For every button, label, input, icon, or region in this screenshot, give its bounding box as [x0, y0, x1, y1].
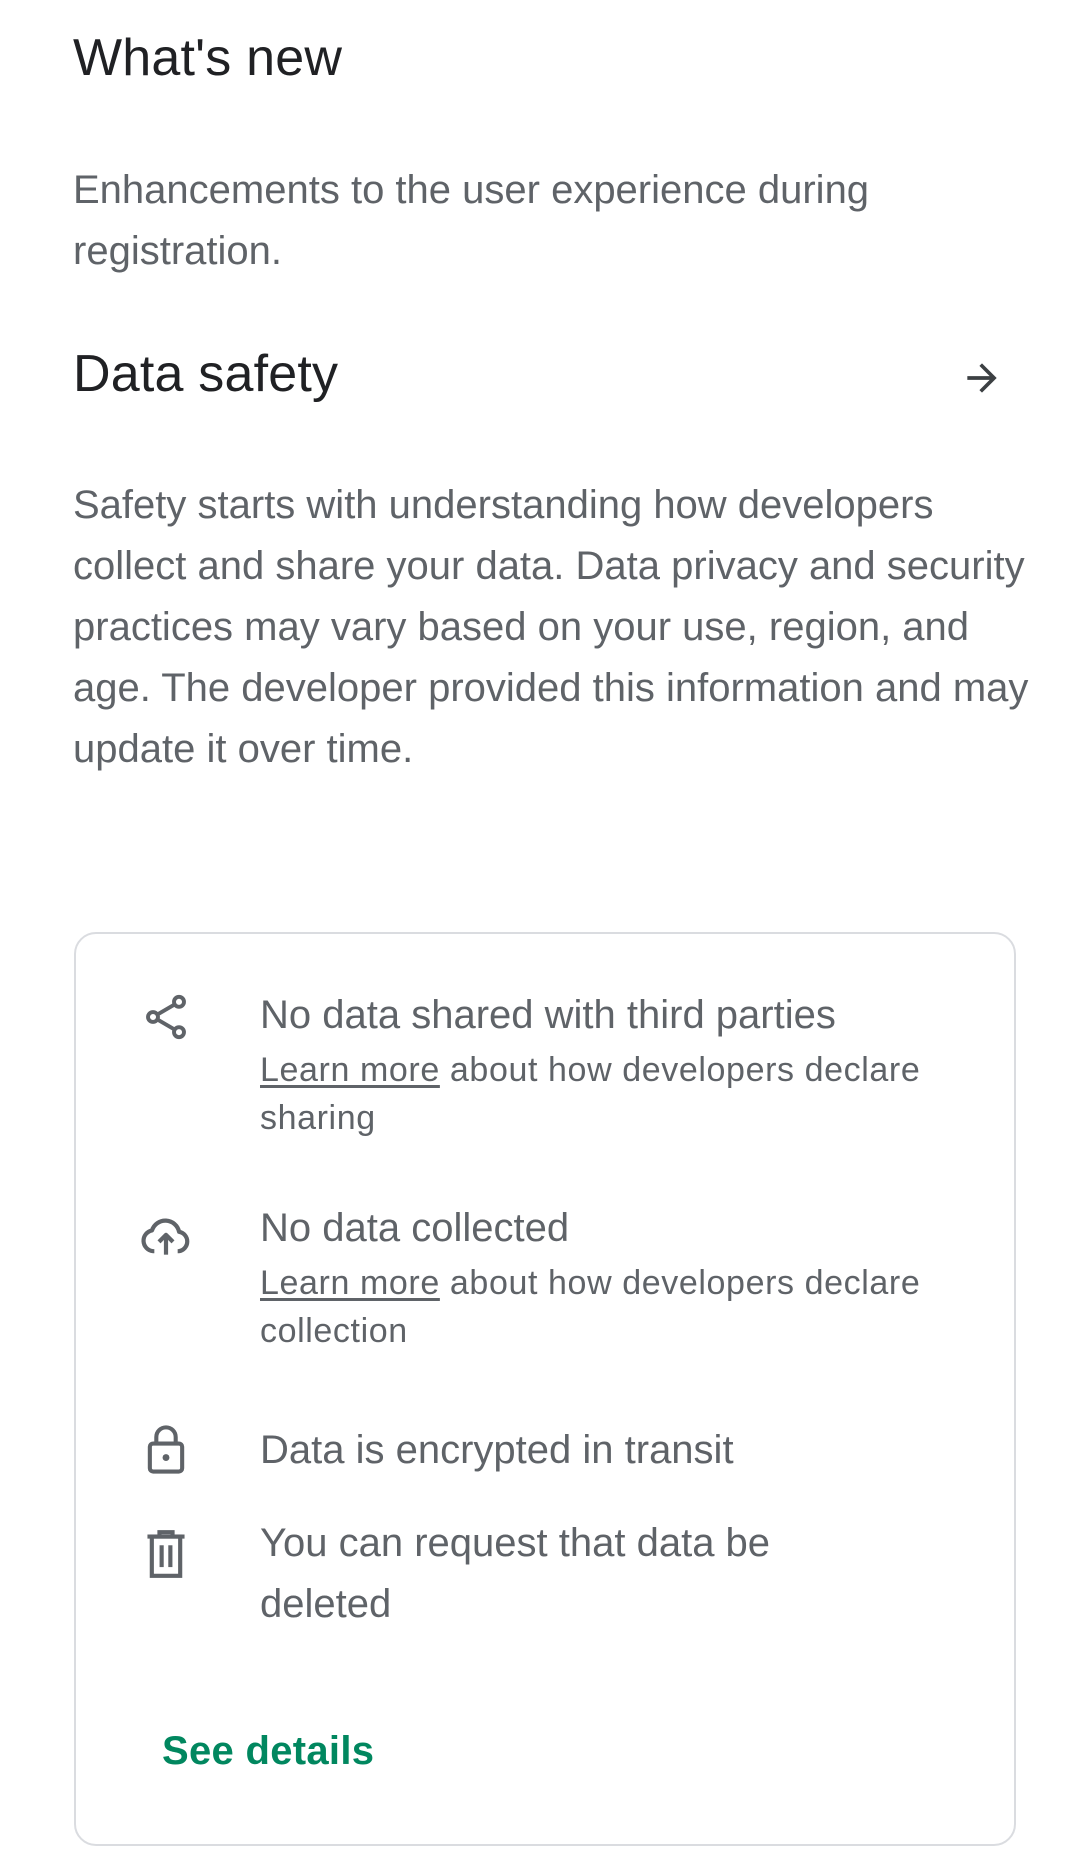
see-details-button[interactable]: See details — [162, 1729, 374, 1774]
cloud-upload-icon — [138, 1208, 194, 1264]
sharing-title: No data shared with third parties — [260, 993, 836, 1037]
lock-icon — [138, 1422, 194, 1478]
app-details-page: What's new Enhancements to the user expe… — [0, 0, 1080, 1853]
encryption-title: Data is encrypted in transit — [260, 1428, 734, 1472]
data-safety-title: Data safety — [73, 345, 339, 403]
learn-more-collection-link[interactable]: Learn more — [260, 1264, 440, 1302]
whats-new-title: What's new — [73, 29, 343, 87]
trash-icon — [138, 1526, 194, 1582]
collection-title: No data collected — [260, 1206, 570, 1250]
collection-subtitle: Learn more about how developers declare … — [260, 1259, 960, 1355]
deletion-text: You can request that data be deleted — [260, 1513, 820, 1635]
share-icon — [138, 989, 194, 1045]
sharing-text: No data shared with third parties Learn … — [260, 985, 960, 1142]
learn-more-sharing-link[interactable]: Learn more — [260, 1051, 440, 1089]
data-safety-card: No data shared with third parties Learn … — [74, 932, 1016, 1846]
encryption-text: Data is encrypted in transit — [260, 1420, 960, 1481]
deletion-title: You can request that data be deleted — [260, 1521, 771, 1626]
data-safety-description: Safety starts with understanding how dev… — [73, 483, 1029, 771]
sharing-subtitle: Learn more about how developers declare … — [260, 1046, 960, 1142]
data-safety-arrow-button[interactable] — [950, 348, 1014, 412]
whats-new-text: Enhancements to the user experience duri… — [73, 168, 870, 273]
arrow-right-icon — [960, 356, 1004, 405]
data-safety-header[interactable]: Data safety — [0, 340, 1080, 420]
collection-text: No data collected Learn more about how d… — [260, 1198, 960, 1355]
